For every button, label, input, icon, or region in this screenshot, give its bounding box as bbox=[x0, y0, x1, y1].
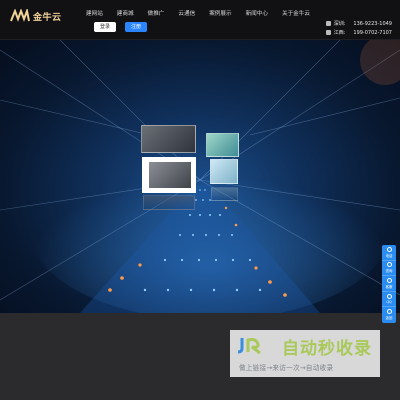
phone-icon bbox=[325, 30, 331, 35]
watermark-title: 自动秒收录 bbox=[282, 339, 372, 359]
contact-info: 深圳: 136-9223-1049 江西: 199-0702-7107 bbox=[325, 19, 392, 37]
jr-logo-icon bbox=[237, 338, 261, 354]
toolbar-phone[interactable]: 电话 bbox=[382, 245, 396, 261]
toolbar-label: 客服 bbox=[385, 284, 393, 289]
contact-row: 深圳: 136-9223-1049 bbox=[325, 19, 392, 28]
login-button[interactable]: 登录 bbox=[94, 22, 116, 32]
nav-item-news[interactable]: 新闻中心 bbox=[246, 9, 268, 17]
site-logo[interactable]: 金牛云 bbox=[10, 8, 62, 24]
contact-phone: 136-9223-1049 bbox=[353, 20, 392, 27]
nav-item-build-site[interactable]: 建网站 bbox=[86, 9, 103, 17]
showcase-card bbox=[141, 125, 196, 153]
nav-item-cloud-comm[interactable]: 云通信 bbox=[178, 9, 195, 17]
phone-icon bbox=[386, 246, 392, 252]
floating-toolbar: 电话 咨询 客服 QQ 返回 bbox=[382, 245, 396, 323]
main-nav: 建网站 建商城 做推广 云通信 案例展示 新闻中心 关于金牛云 bbox=[78, 9, 324, 17]
toolbar-consult[interactable]: 咨询 bbox=[382, 261, 396, 276]
watermark-badge: 自动秒收录 做上链接→来访一次→自动收录 bbox=[230, 330, 380, 377]
nav-item-cases[interactable]: 案例展示 bbox=[209, 9, 231, 17]
nav-item-build-mall[interactable]: 建商城 bbox=[117, 9, 134, 17]
card-reflection bbox=[143, 195, 195, 210]
digital-road-graphic bbox=[0, 40, 400, 313]
toolbar-label: QQ bbox=[386, 299, 392, 304]
hero-banner bbox=[0, 40, 400, 313]
contact-city: 深圳: bbox=[333, 21, 346, 27]
auth-buttons: 登录 注册 bbox=[94, 22, 147, 32]
contact-city: 江西: bbox=[333, 30, 346, 36]
showcase-card bbox=[206, 133, 239, 157]
toolbar-back-top[interactable]: 返回 bbox=[382, 307, 396, 323]
showcase-card bbox=[210, 159, 238, 184]
page: 金牛云 建网站 建商城 做推广 云通信 案例展示 新闻中心 关于金牛云 登录 注… bbox=[0, 0, 400, 400]
watermark-subtitle: 做上链接→来访一次→自动收录 bbox=[239, 364, 334, 372]
register-button[interactable]: 注册 bbox=[125, 22, 147, 32]
chat-icon bbox=[386, 262, 392, 268]
showcase-card bbox=[142, 157, 196, 193]
qq-icon bbox=[386, 293, 392, 299]
toolbar-label: 咨询 bbox=[385, 269, 393, 274]
site-header: 金牛云 建网站 建商城 做推广 云通信 案例展示 新闻中心 关于金牛云 登录 注… bbox=[0, 0, 400, 40]
contact-phone: 199-0702-7107 bbox=[353, 29, 392, 36]
nav-item-promotion[interactable]: 做推广 bbox=[148, 9, 165, 17]
contact-row: 江西: 199-0702-7107 bbox=[325, 28, 392, 37]
toolbar-service[interactable]: 客服 bbox=[382, 276, 396, 292]
toolbar-qq[interactable]: QQ bbox=[382, 292, 396, 307]
phone-icon bbox=[325, 21, 331, 26]
showcase-image bbox=[149, 162, 191, 188]
nav-item-about[interactable]: 关于金牛云 bbox=[282, 9, 310, 17]
arrow-up-icon bbox=[386, 309, 392, 315]
card-reflection bbox=[211, 187, 238, 201]
toolbar-label: 返回 bbox=[385, 316, 393, 321]
logo-text: 金牛云 bbox=[33, 12, 62, 23]
toolbar-label: 电话 bbox=[385, 253, 393, 258]
bull-logo-icon bbox=[10, 9, 30, 22]
headset-icon bbox=[386, 277, 392, 283]
